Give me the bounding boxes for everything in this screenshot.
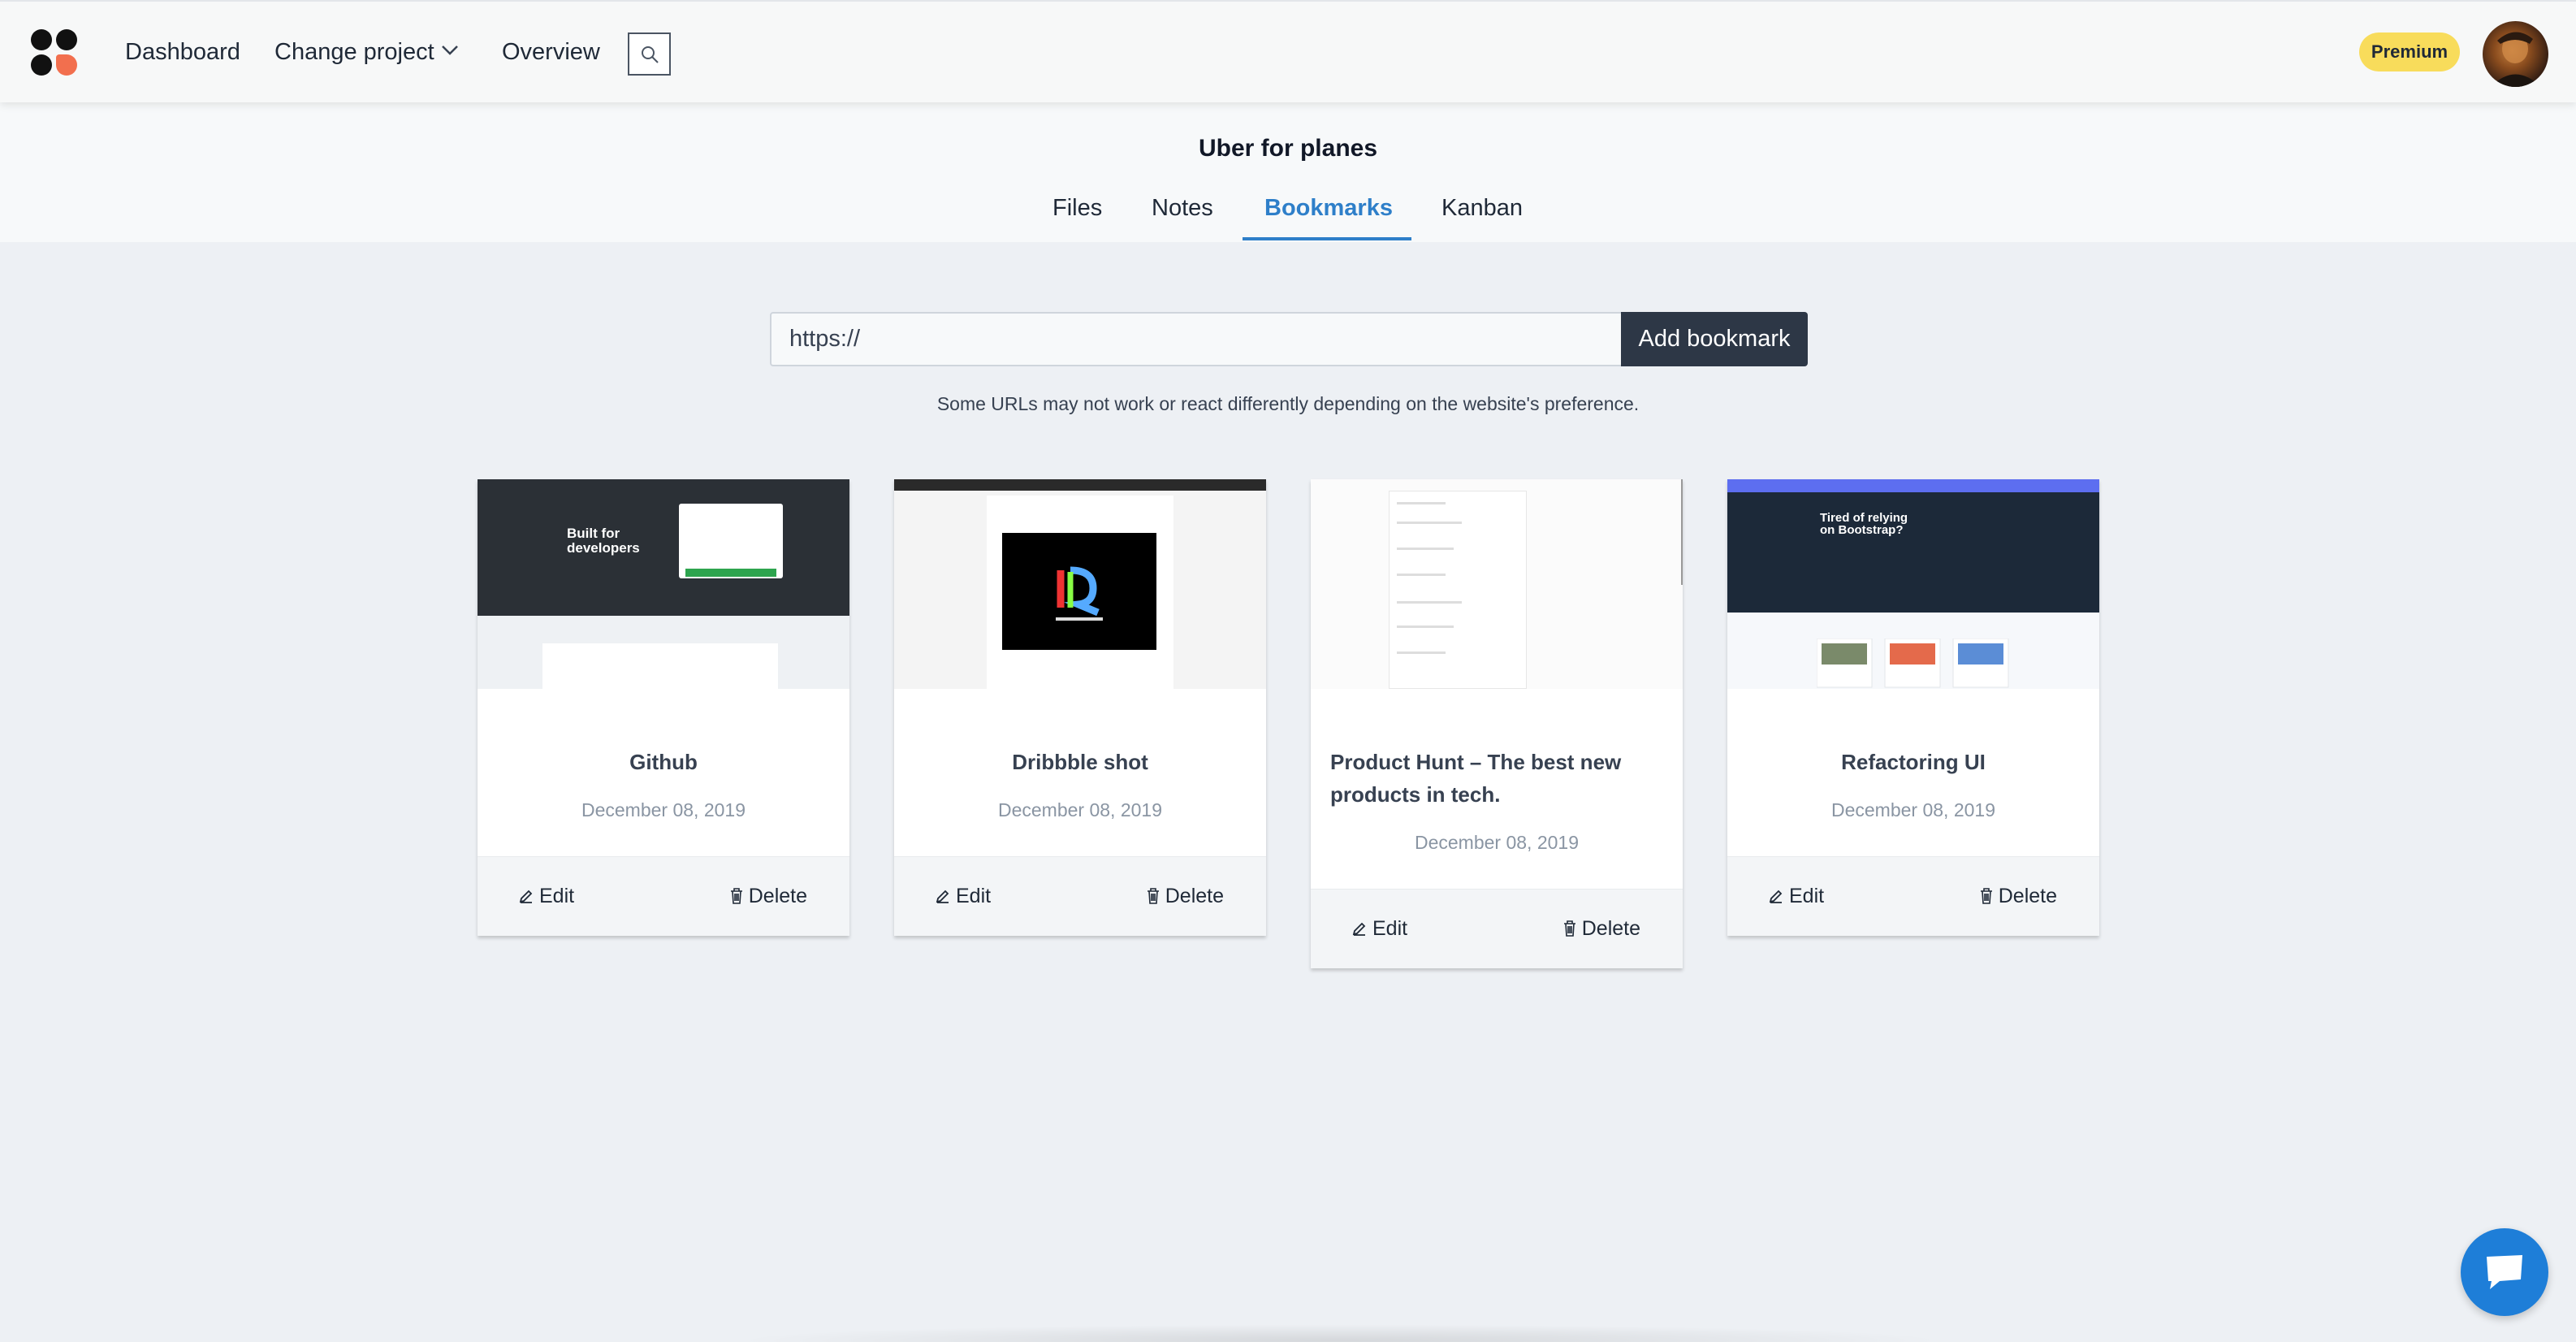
pencil-icon (519, 890, 533, 903)
card-actions: Edit Delete (478, 856, 849, 936)
bookmark-thumbnail[interactable]: Tired of relying on Bootstrap? (1727, 479, 2099, 689)
trash-icon (1563, 920, 1575, 937)
tab-bookmarks[interactable]: Bookmarks (1264, 193, 1393, 223)
chat-button[interactable] (2461, 1228, 2548, 1316)
pencil-icon (1769, 890, 1783, 903)
project-header: Uber for planes Files Notes Bookmarks Ka… (0, 102, 2576, 242)
bookmark-thumbnail[interactable]: Built for developers (478, 479, 849, 689)
edit-label: Edit (956, 885, 992, 907)
delete-button[interactable]: Delete (1146, 883, 1224, 909)
nav-overview-link[interactable]: Overview (502, 37, 600, 67)
top-navbar: Dashboard Change project Overview Premiu… (0, 0, 2576, 102)
bookmark-title[interactable]: Dribbble shot (894, 746, 1266, 778)
card-actions: Edit Delete (894, 856, 1266, 936)
delete-label: Delete (1998, 885, 2057, 907)
bookmark-date: December 08, 2019 (1414, 832, 1579, 853)
bookmark-title[interactable]: Product Hunt – The best new products in … (1311, 746, 1652, 811)
bookmark-date: December 08, 2019 (997, 799, 1162, 820)
chevron-down-icon (441, 45, 458, 55)
search-button[interactable] (628, 32, 671, 76)
tab-notes[interactable]: Notes (1152, 193, 1213, 223)
thumbnail-headline: Tired of relying on Bootstrap? (1820, 511, 1908, 537)
trash-icon (730, 888, 742, 904)
edit-label: Edit (1372, 917, 1408, 940)
change-project-dropdown[interactable]: Change project (274, 37, 459, 67)
card-actions: Edit Delete (1311, 889, 1683, 968)
tab-files[interactable]: Files (1052, 193, 1102, 223)
change-project-label: Change project (274, 39, 434, 65)
chat-icon (2487, 1255, 2522, 1289)
edit-label: Edit (539, 885, 575, 907)
bookmark-date: December 08, 2019 (1830, 799, 1995, 820)
delete-button[interactable]: Delete (729, 883, 807, 909)
bookmark-thumbnail[interactable] (1311, 479, 1683, 689)
url-warning-note: Some URLs may not work or react differen… (936, 393, 1640, 414)
trash-icon (1147, 888, 1159, 904)
avatar[interactable] (2483, 21, 2548, 87)
edit-button[interactable]: Edit (935, 883, 991, 909)
edit-button[interactable]: Edit (518, 883, 574, 909)
delete-label: Delete (1165, 885, 1224, 907)
bookmark-title[interactable]: Refactoring UI (1727, 746, 2099, 778)
delete-button[interactable]: Delete (1562, 916, 1640, 942)
delete-label: Delete (748, 885, 807, 907)
tab-kanban[interactable]: Kanban (1441, 193, 1523, 223)
nav-dashboard-link[interactable]: Dashboard (125, 37, 240, 67)
edit-button[interactable]: Edit (1351, 916, 1407, 942)
bottom-shadow (731, 1324, 1949, 1342)
active-tab-indicator (1243, 237, 1411, 240)
project-title: Uber for planes (1198, 135, 1378, 162)
pencil-icon (1352, 922, 1366, 936)
bookmark-card[interactable]: Built for developers Github December 08,… (478, 479, 849, 936)
bookmark-title[interactable]: Github (478, 746, 849, 778)
trash-icon (1980, 888, 1992, 904)
card-actions: Edit Delete (1727, 856, 2099, 936)
delete-button[interactable]: Delete (1979, 883, 2057, 909)
premium-badge[interactable]: Premium (2359, 32, 2460, 71)
add-bookmark-button[interactable]: Add bookmark (1621, 312, 1808, 366)
thumbnail-headline: Built for developers (567, 526, 640, 556)
bookmark-card[interactable]: Product Hunt – The best new products in … (1311, 479, 1683, 968)
bookmark-url-input[interactable] (770, 312, 1623, 366)
bookmark-card[interactable]: Dribbble shot December 08, 2019 Edit Del… (894, 479, 1266, 936)
bookmark-thumbnail[interactable] (894, 479, 1266, 689)
edit-button[interactable]: Edit (1768, 883, 1824, 909)
pencil-icon (936, 890, 949, 903)
bookmark-card[interactable]: Tired of relying on Bootstrap? Refactori… (1727, 479, 2099, 936)
logo-icon[interactable] (31, 29, 78, 76)
edit-label: Edit (1789, 885, 1825, 907)
search-icon (641, 45, 659, 63)
delete-label: Delete (1581, 917, 1640, 940)
bookmark-date: December 08, 2019 (581, 799, 746, 820)
